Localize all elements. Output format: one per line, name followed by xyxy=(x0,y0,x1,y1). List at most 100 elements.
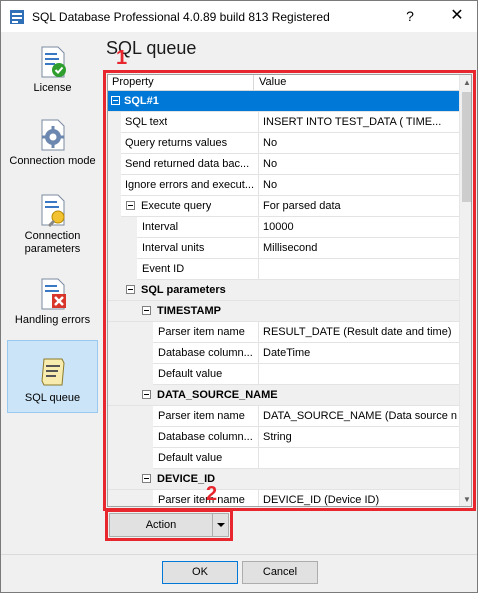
callout-1: 1 xyxy=(116,47,128,69)
collapse-icon[interactable] xyxy=(126,285,135,294)
property-name: Default value xyxy=(158,368,223,380)
property-value[interactable]: DEVICE_ID (Device ID) xyxy=(258,490,458,506)
grid-row[interactable]: Query returns values No xyxy=(108,133,459,154)
column-separator[interactable] xyxy=(253,75,254,91)
property-value[interactable]: For parsed data xyxy=(258,196,458,216)
property-value[interactable] xyxy=(258,448,458,468)
help-button[interactable]: ? xyxy=(394,1,426,32)
vertical-scrollbar[interactable]: ▲ ▼ xyxy=(459,75,471,506)
callout-2: 2 xyxy=(206,483,218,505)
grid-row-data-source-name[interactable]: DATA_SOURCE_NAME xyxy=(108,385,459,406)
indent-gutter xyxy=(108,133,121,154)
property-name: Interval units xyxy=(142,242,205,254)
property-value[interactable]: DateTime xyxy=(258,343,458,363)
grid-header: Property Value xyxy=(108,75,459,91)
grid-row[interactable]: Default value xyxy=(108,448,459,469)
indent-gutter xyxy=(108,175,121,196)
dialog-window: SQL Database Professional 4.0.89 build 8… xyxy=(0,0,478,593)
property-name: Interval xyxy=(142,221,179,233)
sidebar-item-license[interactable]: License xyxy=(7,45,98,97)
collapse-icon[interactable] xyxy=(111,96,120,105)
indent-gutter xyxy=(108,364,153,385)
property-value[interactable]: String xyxy=(258,427,458,447)
sidebar-item-label: SQL queue xyxy=(24,392,81,404)
property-name: Parser item name xyxy=(158,494,245,506)
grid-row[interactable]: Event ID xyxy=(108,259,459,280)
property-value[interactable]: No xyxy=(258,154,458,174)
property-name: DATA_SOURCE_NAME xyxy=(157,389,278,401)
scroll-up-icon[interactable]: ▲ xyxy=(460,75,471,91)
grid-row-timestamp[interactable]: TIMESTAMP xyxy=(108,301,459,322)
grid-row[interactable]: Database column... String xyxy=(108,427,459,448)
grid-row[interactable]: Interval units Millisecond xyxy=(108,238,459,259)
property-name: Database column... xyxy=(158,347,253,359)
action-button[interactable]: Action xyxy=(109,513,213,537)
ok-button[interactable]: OK xyxy=(162,561,238,584)
property-grid[interactable]: Property Value SQL#1 SQL text INSERT INT… xyxy=(107,74,472,507)
grid-row[interactable]: Parser item name RESULT_DATE (Result dat… xyxy=(108,322,459,343)
grid-row-device-id[interactable]: DEVICE_ID xyxy=(108,469,459,490)
indent-gutter xyxy=(108,259,137,280)
divider xyxy=(1,554,477,555)
indent-gutter xyxy=(108,427,153,448)
collapse-icon[interactable] xyxy=(142,306,151,315)
collapse-icon[interactable] xyxy=(142,474,151,483)
grid-row-sql-parameters[interactable]: SQL parameters xyxy=(108,280,459,301)
close-button[interactable]: ✕ xyxy=(437,1,477,32)
property-name: SQL text xyxy=(125,116,168,128)
property-value[interactable]: DATA_SOURCE_NAME (Data source n... xyxy=(258,406,458,426)
indent-gutter xyxy=(108,196,121,217)
sidebar-item-label: Handling errors xyxy=(14,314,91,326)
property-name: Event ID xyxy=(142,263,185,275)
title-bar: SQL Database Professional 4.0.89 build 8… xyxy=(1,1,477,32)
property-value[interactable] xyxy=(258,364,458,384)
sql-queue-icon xyxy=(40,358,65,386)
grid-row-sql-1[interactable]: SQL#1 xyxy=(108,91,459,112)
scroll-thumb[interactable] xyxy=(462,92,471,202)
sidebar-item-connection-parameters[interactable]: Connection parameters xyxy=(7,193,98,255)
indent-gutter xyxy=(108,490,153,506)
property-name: Default value xyxy=(158,452,223,464)
grid-row[interactable]: Database column... DateTime xyxy=(108,343,459,364)
grid-row[interactable]: Ignore errors and execut... No xyxy=(108,175,459,196)
column-header-property[interactable]: Property xyxy=(112,76,154,88)
property-value[interactable] xyxy=(258,259,458,279)
grid-row[interactable]: SQL text INSERT INTO TEST_DATA ( TIME... xyxy=(108,112,459,133)
grid-row[interactable]: Parser item name DEVICE_ID (Device ID) xyxy=(108,490,459,506)
property-name: Parser item name xyxy=(158,326,245,338)
scroll-down-icon[interactable]: ▼ xyxy=(460,492,471,506)
property-name: SQL parameters xyxy=(141,284,226,296)
window-title: SQL Database Professional 4.0.89 build 8… xyxy=(32,10,330,24)
property-value[interactable]: No xyxy=(258,175,458,195)
sidebar-item-sql-queue[interactable]: SQL queue xyxy=(7,340,98,413)
grid-row[interactable]: Send returned data bac... No xyxy=(108,154,459,175)
indent-gutter xyxy=(108,217,137,238)
grid-row[interactable]: Default value xyxy=(108,364,459,385)
sidebar-item-label: Connection mode xyxy=(9,155,96,167)
property-name: SQL#1 xyxy=(124,95,159,107)
column-header-value[interactable]: Value xyxy=(259,76,286,88)
action-dropdown-icon[interactable] xyxy=(212,513,229,537)
property-name: Database column... xyxy=(158,431,253,443)
indent-gutter xyxy=(108,112,121,133)
sidebar-item-connection-mode[interactable]: Connection mode xyxy=(7,118,98,178)
property-value[interactable]: RESULT_DATE (Result date and time) xyxy=(258,322,458,342)
indent-gutter xyxy=(108,322,153,343)
license-icon xyxy=(41,46,66,78)
property-value[interactable]: No xyxy=(258,133,458,153)
collapse-icon[interactable] xyxy=(126,201,135,210)
sidebar-item-label: Connection parameters xyxy=(24,230,81,255)
sidebar-item-label: License xyxy=(33,82,72,94)
collapse-icon[interactable] xyxy=(142,390,151,399)
sidebar-item-handling-errors[interactable]: Handling errors xyxy=(7,277,98,327)
grid-row[interactable]: Interval 10000 xyxy=(108,217,459,238)
property-name: Execute query xyxy=(141,200,212,212)
property-value[interactable]: Millisecond xyxy=(258,238,458,258)
property-value[interactable]: INSERT INTO TEST_DATA ( TIME... xyxy=(258,112,458,132)
cancel-button[interactable]: Cancel xyxy=(242,561,318,584)
property-value[interactable]: 10000 xyxy=(258,217,458,237)
grid-row[interactable]: Parser item name DATA_SOURCE_NAME (Data … xyxy=(108,406,459,427)
property-name: Ignore errors and execut... xyxy=(125,179,255,191)
property-name: Query returns values xyxy=(125,137,228,149)
grid-row-execute-query[interactable]: Execute query For parsed data xyxy=(108,196,459,217)
